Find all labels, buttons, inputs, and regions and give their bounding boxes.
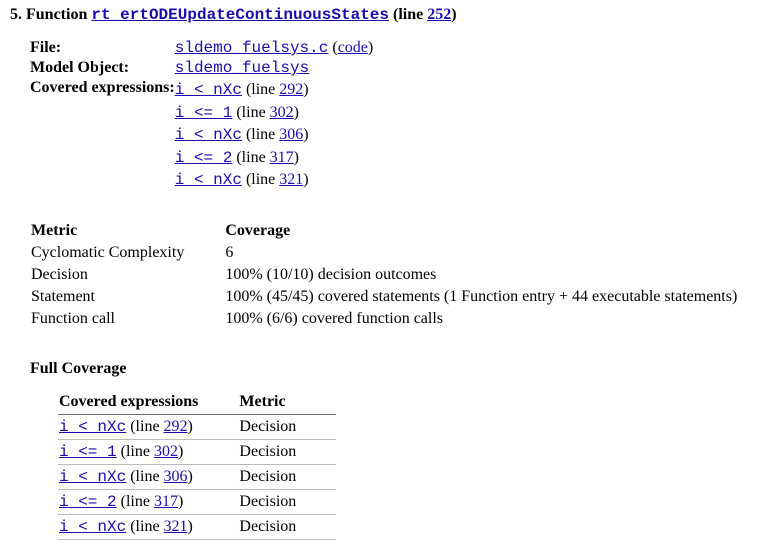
expr-line-link[interactable]: 302 [270,104,294,121]
heading-number: 5. [10,6,22,23]
metric-coverage: 100% (6/6) covered function calls [224,308,757,330]
expr-line-prefix: (line [130,418,163,435]
expr-link[interactable]: i < nXc [175,81,242,99]
cov-col-metric: Metric [238,392,336,415]
table-row: i <= 1 (line 302) Decision [58,439,336,464]
full-coverage-table: Covered expressions Metric i < nXc (line… [58,392,336,540]
metric-name: Cyclomatic Complexity [30,242,224,264]
table-row: Statement 100% (45/45) covered statement… [30,286,757,308]
heading-line-suffix: ) [451,6,456,23]
section-heading: 5. Function rt_ertODEUpdateContinuousSta… [10,6,747,24]
metric-name: Statement [30,286,224,308]
cov-metric-cell: Decision [238,439,336,464]
cov-expr-cell: i < nXc (line 306) [58,464,238,489]
file-name-link[interactable]: sldemo_fuelsys.c [175,39,329,57]
file-code-link[interactable]: code [338,39,368,56]
heading-label: Function [26,6,87,23]
metric-name: Function call [30,308,224,330]
expr-line-suffix: ) [303,126,308,143]
expr-line-link[interactable]: 292 [279,81,303,98]
expr-line-link[interactable]: 292 [164,418,188,435]
model-label: Model Object: [30,58,175,78]
expr-link[interactable]: i <= 2 [59,493,117,511]
metric-coverage: 100% (45/45) covered statements (1 Funct… [224,286,757,308]
model-value: sldemo_fuelsys [175,58,373,78]
expr-link[interactable]: i < nXc [59,418,126,436]
expr-line-suffix: ) [303,171,308,188]
table-row: i < nXc (line 292) Decision [58,414,336,439]
expr-line-prefix: (line [121,443,154,460]
expr-line-link[interactable]: 317 [270,149,294,166]
expr-line-prefix: (line [246,126,279,143]
full-coverage-heading: Full Coverage [30,360,747,378]
function-name-link[interactable]: rt_ertODEUpdateContinuousStates [91,6,389,24]
cov-expr-cell: i <= 1 (line 302) [58,439,238,464]
metrics-col-coverage: Coverage [224,221,757,242]
heading-line-prefix: (line [393,6,427,23]
metrics-table: Metric Coverage Cyclomatic Complexity 6 … [30,221,757,330]
expr-line-link[interactable]: 321 [279,171,303,188]
expr-line-prefix: (line [130,518,163,535]
expr-line-suffix: ) [178,493,183,510]
expr-link[interactable]: i <= 1 [175,104,233,122]
expr-line-suffix: ) [188,468,193,485]
file-label: File: [30,38,175,58]
expr-line-suffix: ) [294,149,299,166]
cov-expr-cell: i <= 2 (line 317) [58,489,238,514]
expr-link[interactable]: i <= 1 [59,443,117,461]
expr-item: i < nXc (line 321) [175,169,373,192]
expr-line-prefix: (line [236,149,269,166]
expr-line-prefix: (line [121,493,154,510]
cov-metric-cell: Decision [238,514,336,539]
expr-line-prefix: (line [246,171,279,188]
cov-metric-cell: Decision [238,489,336,514]
expr-item: i < nXc (line 306) [175,124,373,147]
expr-item: i <= 2 (line 317) [175,147,373,170]
expr-line-suffix: ) [294,104,299,121]
heading-line-link[interactable]: 252 [427,6,451,23]
expr-link[interactable]: i < nXc [59,518,126,536]
expr-item: i <= 1 (line 302) [175,102,373,125]
covered-expr-label: Covered expressions: [30,78,175,193]
covered-expr-list: i < nXc (line 292) i <= 1 (line 302) i <… [175,78,373,193]
metric-coverage: 100% (10/10) decision outcomes [224,264,757,286]
expr-line-suffix: ) [303,81,308,98]
info-table: File: sldemo_fuelsys.c (code) Model Obje… [30,38,373,193]
expr-line-link[interactable]: 306 [279,126,303,143]
table-row: Decision 100% (10/10) decision outcomes [30,264,757,286]
expr-link[interactable]: i <= 2 [175,149,233,167]
cov-expr-cell: i < nXc (line 292) [58,414,238,439]
expr-line-link[interactable]: 302 [154,443,178,460]
cov-col-expr: Covered expressions [58,392,238,415]
cov-metric-cell: Decision [238,414,336,439]
metrics-col-metric: Metric [30,221,224,242]
table-row: Function call 100% (6/6) covered functio… [30,308,757,330]
expr-line-suffix: ) [188,518,193,535]
expr-line-prefix: (line [236,104,269,121]
cov-expr-cell: i < nXc (line 321) [58,514,238,539]
expr-line-prefix: (line [246,81,279,98]
expr-link[interactable]: i < nXc [59,468,126,486]
expr-item: i < nXc (line 292) [175,79,373,102]
table-row: i < nXc (line 306) Decision [58,464,336,489]
table-row: i < nXc (line 321) Decision [58,514,336,539]
model-name-link[interactable]: sldemo_fuelsys [175,59,309,77]
metric-name: Decision [30,264,224,286]
expr-line-link[interactable]: 306 [164,468,188,485]
expr-link[interactable]: i < nXc [175,171,242,189]
table-row: i <= 2 (line 317) Decision [58,489,336,514]
expr-link[interactable]: i < nXc [175,126,242,144]
expr-line-link[interactable]: 317 [154,493,178,510]
expr-line-suffix: ) [178,443,183,460]
table-row: Cyclomatic Complexity 6 [30,242,757,264]
metric-coverage: 6 [224,242,757,264]
expr-line-suffix: ) [188,418,193,435]
expr-line-link[interactable]: 321 [164,518,188,535]
cov-metric-cell: Decision [238,464,336,489]
file-value: sldemo_fuelsys.c (code) [175,38,373,58]
expr-line-prefix: (line [130,468,163,485]
